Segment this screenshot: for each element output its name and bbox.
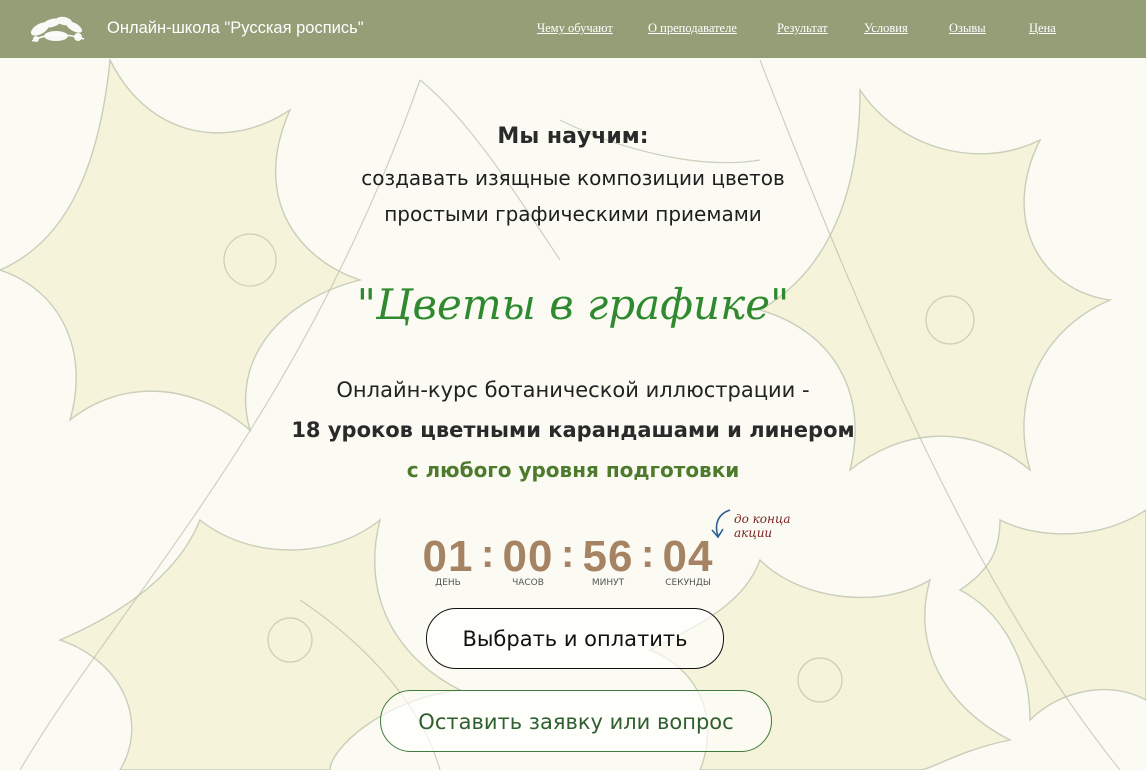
- floral-logo-icon[interactable]: [26, 9, 88, 47]
- nav-link-price[interactable]: Цена: [1029, 21, 1056, 36]
- countdown-days-label: ДЕНЬ: [435, 578, 461, 588]
- teach-heading: Мы научим:: [497, 124, 649, 149]
- school-brand-name[interactable]: Онлайн-школа "Русская роспись": [107, 19, 364, 38]
- teach-line: создавать изящные композиции цветов: [361, 166, 785, 190]
- course-description-line: Онлайн-курс ботанической иллюстрации -: [336, 378, 810, 402]
- countdown-hours-value: 00: [502, 532, 554, 581]
- countdown-minutes-value: 56: [582, 532, 634, 581]
- teach-line: простыми графическими приемами: [384, 202, 762, 226]
- promo-deadline-note: до конца акции: [734, 512, 790, 540]
- site-header: Онлайн-школа "Русская роспись" Чему обуч…: [0, 0, 1146, 58]
- course-title: "Цветы в графике": [356, 280, 790, 329]
- promo-note-line: акции: [734, 526, 773, 540]
- countdown-days-value: 01: [422, 532, 474, 581]
- promo-note-line: до конца: [734, 512, 791, 526]
- countdown-seconds-label: СЕКУНДЫ: [665, 578, 711, 588]
- course-description-line: 18 уроков цветными карандашами и линером: [291, 418, 855, 442]
- countdown-minutes-label: МИНУТ: [591, 578, 625, 588]
- countdown-timer: 01 : 00 : 56 : 04 ДЕНЬ ЧАСОВ МИНУТ СЕКУН…: [418, 532, 718, 592]
- leave-request-button[interactable]: Оставить заявку или вопрос: [380, 690, 772, 752]
- nav-link-what-taught[interactable]: Чему обучают: [537, 21, 613, 36]
- nav-link-result[interactable]: Результат: [777, 21, 828, 36]
- nav-link-conditions[interactable]: Условия: [864, 21, 908, 36]
- countdown-hours-label: ЧАСОВ: [512, 578, 544, 588]
- nav-link-about-teacher[interactable]: О преподавателе: [648, 21, 737, 36]
- nav-link-reviews[interactable]: Озывы: [949, 21, 986, 36]
- hero-section: Мы научим: создавать изящные композиции …: [0, 58, 1146, 770]
- course-level-line: с любого уровня подготовки: [406, 458, 740, 482]
- choose-and-pay-button[interactable]: Выбрать и оплатить: [426, 608, 724, 669]
